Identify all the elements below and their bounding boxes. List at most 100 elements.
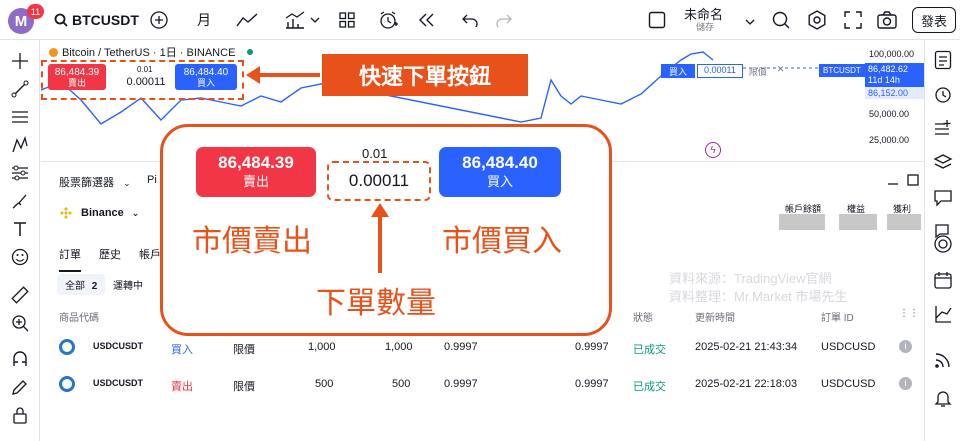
price-scale[interactable]: 100,000.00 BTCUSDT 86,482.62 11d 14h 86,…	[819, 40, 924, 160]
col-updated: 更新時間	[695, 313, 735, 324]
info-icon[interactable]: i	[899, 340, 912, 353]
close-icon[interactable]: ✕	[773, 64, 789, 78]
layout-menu-chevron[interactable]	[744, 10, 756, 34]
fullscreen-toggle-button[interactable]	[646, 8, 668, 32]
lock-icon	[13, 407, 27, 424]
filter-all-label: 全部	[65, 281, 85, 292]
symbol-label: BTCUSDT	[72, 12, 139, 28]
row-type: 限價	[233, 344, 255, 356]
trendline-tool[interactable]	[9, 78, 31, 100]
row-side: 賣出	[171, 381, 193, 393]
layers-button[interactable]	[931, 150, 955, 174]
calendar-button[interactable]	[931, 268, 955, 292]
tab-screener[interactable]: 股票篩選器 ⌄	[59, 174, 131, 190]
lightning-icon[interactable]: ϟ	[705, 142, 721, 158]
filter-running-label: 運轉中	[113, 281, 143, 292]
trendline-icon	[11, 80, 29, 98]
quick-order-highlight	[41, 60, 244, 100]
zoom-tool[interactable]	[9, 312, 31, 334]
list-add-icon	[935, 120, 951, 135]
crosshair-tool[interactable]	[9, 50, 31, 72]
search-icon	[54, 13, 68, 27]
replay-button[interactable]	[416, 8, 438, 32]
col-order-id: 訂單 ID	[821, 313, 854, 324]
fullscreen-button[interactable]	[842, 8, 864, 32]
coin-logo-icon	[59, 376, 75, 392]
ruler-tool[interactable]	[9, 284, 31, 306]
arrow-left-icon	[246, 66, 320, 84]
alarm-clock-icon	[380, 11, 398, 29]
panel-expand-button[interactable]	[907, 174, 919, 186]
quick-search-button[interactable]	[770, 8, 792, 32]
streams-button[interactable]	[931, 348, 955, 372]
compare-add-button[interactable]	[148, 8, 170, 32]
text-tool[interactable]	[9, 218, 31, 240]
filter-running[interactable]: 運轉中	[113, 277, 143, 292]
row-id: USDCUSD	[821, 378, 876, 390]
watchlist-button[interactable]	[931, 48, 955, 72]
order-line-tag[interactable]: 買入 0.00011 限價 ✕	[661, 64, 788, 78]
axis-label-50k: 50,000.00	[869, 109, 910, 119]
layout-name-button[interactable]: 未命名 儲存	[684, 7, 744, 35]
row-limit: 0.9997	[444, 378, 478, 390]
chart-type-button[interactable]	[234, 8, 260, 32]
row-qty: 500	[315, 378, 334, 390]
target-button[interactable]	[931, 232, 955, 256]
brush-tool[interactable]	[9, 190, 31, 212]
row-status: 已成交	[633, 381, 666, 393]
undo-button[interactable]	[460, 8, 480, 32]
magnet-tool[interactable]	[9, 348, 31, 370]
tab-history[interactable]: 歷史	[99, 246, 121, 262]
settings-button[interactable]	[806, 8, 828, 32]
pattern-tool[interactable]	[9, 134, 31, 156]
emoji-tool[interactable]	[9, 246, 31, 268]
drawing-toolbar	[0, 40, 40, 441]
symbol-search-button[interactable]: BTCUSDT	[54, 8, 144, 32]
redo-button[interactable]	[494, 8, 514, 32]
gear-icon	[808, 10, 826, 30]
columns-menu-icon[interactable]: ⋮⋮	[899, 308, 919, 319]
broker-selector[interactable]: Binance ⌄	[59, 206, 139, 220]
row-filled: 1,000	[385, 341, 413, 353]
publish-label: 發表	[920, 13, 947, 29]
avatar-letter: M	[14, 12, 28, 30]
trading-panel-button[interactable]	[931, 302, 955, 326]
watermark-author: 資料整理：Mr.Market 市場先生	[669, 289, 848, 304]
chat-icon	[934, 190, 952, 207]
publish-button[interactable]: 發表	[912, 7, 956, 33]
panel-collapse-button[interactable]	[887, 174, 899, 186]
table-row[interactable]: USDCUSDT 賣出 限價 500 500 0.9997 0.9997 已成交…	[41, 366, 924, 402]
sliders-icon	[12, 165, 28, 181]
layouts-button[interactable]	[336, 8, 358, 32]
price-timer: 11d 14h	[868, 75, 900, 85]
fib-tool[interactable]	[9, 106, 31, 128]
tab-account[interactable]: 帳戶	[139, 246, 161, 262]
zoom-buy-label: 買入	[486, 174, 513, 189]
object-tree-button[interactable]	[931, 116, 955, 140]
filter-all[interactable]: 全部 2	[57, 274, 106, 295]
alerts-panel-button[interactable]	[931, 82, 955, 106]
market-sell-caption: 市價賣出	[192, 225, 312, 258]
calendar-icon	[934, 272, 952, 289]
lock-tool[interactable]	[9, 404, 31, 426]
lock-drawing-tool[interactable]	[9, 376, 31, 398]
interval-button[interactable]: 月	[194, 8, 214, 32]
row-filled: 500	[392, 378, 411, 390]
redacted-equity	[839, 214, 877, 230]
quick-order-callout: 快速下單按鈕	[322, 54, 528, 96]
indicators-button[interactable]	[282, 8, 322, 32]
chevron-down-icon: ⌄	[123, 178, 131, 188]
snapshot-button[interactable]	[876, 8, 898, 32]
axis-label-100k: 100,000.00	[869, 49, 915, 59]
prediction-tool[interactable]	[9, 162, 31, 184]
tab-orders[interactable]: 訂單	[59, 246, 81, 272]
info-icon[interactable]: i	[899, 377, 912, 390]
alert-button[interactable]	[378, 8, 400, 32]
notifications-button[interactable]	[931, 386, 955, 410]
pattern-icon	[12, 136, 28, 153]
chevron-down-icon: ⌄	[131, 207, 140, 218]
row-avg: 0.9997	[575, 378, 609, 390]
col-status: 狀態	[633, 313, 653, 324]
tab-pine[interactable]: Pi	[147, 174, 157, 186]
chat-button[interactable]	[931, 186, 955, 210]
